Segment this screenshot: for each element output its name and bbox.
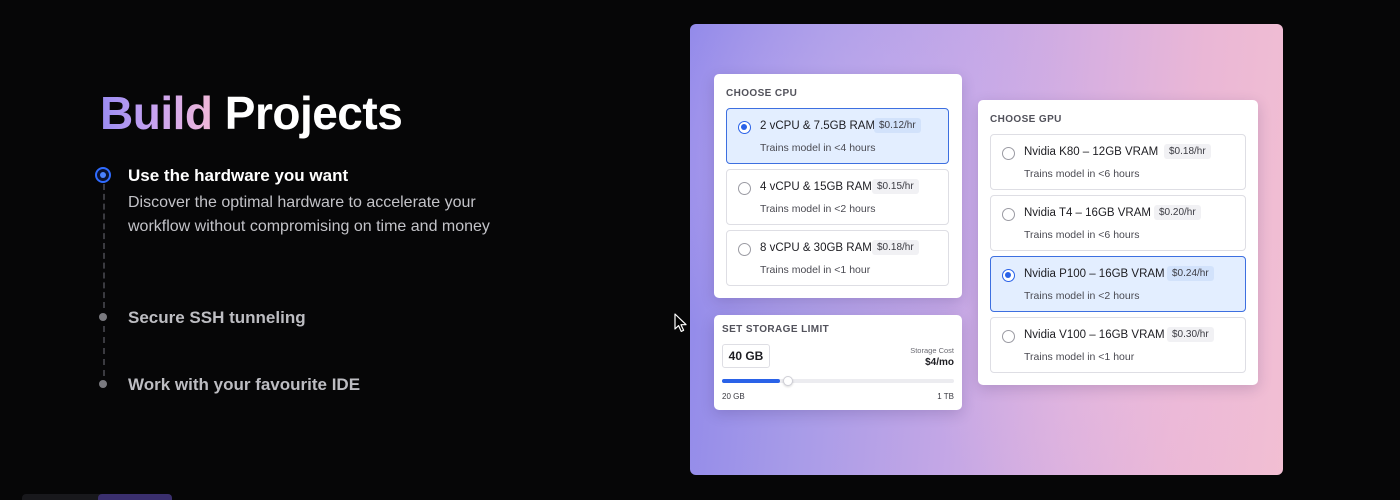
option-subtitle: Trains model in <4 hours [760, 142, 876, 154]
option-subtitle: Trains model in <2 hours [760, 203, 876, 215]
bottom-tab-strip [22, 494, 172, 500]
cpu-card: CHOOSE CPU 2 vCPU & 7.5GB RAM $0.12/hr T… [714, 74, 962, 298]
price-badge: $0.12/hr [874, 118, 921, 133]
step-dot-icon [99, 380, 107, 388]
option-name: Nvidia V100 – 16GB VRAM [1024, 329, 1165, 341]
mouse-pointer-icon [674, 313, 687, 332]
storage-cost-value: $4/mo [925, 357, 954, 368]
step-hardware[interactable]: Use the hardware you want Discover the o… [94, 164, 514, 264]
option-name: 8 vCPU & 30GB RAM [760, 242, 872, 254]
price-badge: $0.24/hr [1167, 266, 1214, 281]
radio-icon[interactable] [1002, 330, 1015, 343]
cpu-option[interactable]: 2 vCPU & 7.5GB RAM $0.12/hr Trains model… [726, 108, 949, 164]
option-name: Nvidia K80 – 12GB VRAM [1024, 146, 1159, 158]
option-name: 2 vCPU & 7.5GB RAM [760, 120, 876, 132]
storage-slider-track[interactable] [722, 376, 954, 386]
gpu-heading: CHOOSE GPU [990, 114, 1062, 125]
storage-card: SET STORAGE LIMIT 40 GB Storage Cost $4/… [714, 315, 962, 410]
active-step-radio-icon [95, 167, 111, 183]
radio-selected-icon[interactable] [1002, 269, 1015, 282]
step-dot-icon [99, 313, 107, 321]
price-badge: $0.18/hr [1164, 144, 1211, 159]
radio-icon[interactable] [738, 243, 751, 256]
step-connector [103, 326, 105, 376]
gpu-option[interactable]: Nvidia P100 – 16GB VRAM $0.24/hr Trains … [990, 256, 1246, 312]
option-subtitle: Trains model in <2 hours [1024, 290, 1140, 302]
gpu-option[interactable]: Nvidia V100 – 16GB VRAM $0.30/hr Trains … [990, 317, 1246, 373]
hardware-config-panel: CHOOSE CPU 2 vCPU & 7.5GB RAM $0.12/hr T… [690, 24, 1283, 475]
option-subtitle: Trains model in <6 hours [1024, 229, 1140, 241]
page-title: Build Projects [100, 86, 403, 140]
cpu-option[interactable]: 8 vCPU & 30GB RAM $0.18/hr Trains model … [726, 230, 949, 286]
option-name: Nvidia T4 – 16GB VRAM [1024, 207, 1151, 219]
option-subtitle: Trains model in <1 hour [1024, 351, 1135, 363]
storage-heading: SET STORAGE LIMIT [722, 324, 830, 335]
cpu-heading: CHOOSE CPU [726, 88, 798, 99]
storage-slider-handle[interactable] [783, 376, 793, 386]
step-title: Use the hardware you want [128, 166, 349, 185]
option-name: 4 vCPU & 15GB RAM [760, 181, 872, 193]
page: Build Projects Use the hardware you want… [0, 0, 1400, 500]
option-subtitle: Trains model in <1 hour [760, 264, 871, 276]
option-subtitle: Trains model in <6 hours [1024, 168, 1140, 180]
cpu-option[interactable]: 4 vCPU & 15GB RAM $0.15/hr Trains model … [726, 169, 949, 225]
title-accent: Build [100, 87, 213, 139]
slider-max-label: 1 TB [937, 392, 954, 401]
step-title: Work with your favourite IDE [128, 375, 361, 394]
storage-cost-label: Storage Cost [910, 346, 954, 355]
storage-value-field[interactable]: 40 GB [722, 344, 770, 368]
price-badge: $0.20/hr [1154, 205, 1201, 220]
price-badge: $0.18/hr [872, 240, 919, 255]
radio-selected-icon[interactable] [738, 121, 751, 134]
gpu-option[interactable]: Nvidia K80 – 12GB VRAM $0.18/hr Trains m… [990, 134, 1246, 190]
radio-icon[interactable] [1002, 147, 1015, 160]
title-rest: Projects [224, 87, 403, 139]
storage-slider-fill [722, 379, 780, 383]
step-title: Secure SSH tunneling [128, 308, 306, 327]
radio-icon[interactable] [738, 182, 751, 195]
gpu-card: CHOOSE GPU Nvidia K80 – 12GB VRAM $0.18/… [978, 100, 1258, 385]
price-badge: $0.15/hr [872, 179, 919, 194]
radio-icon[interactable] [1002, 208, 1015, 221]
option-name: Nvidia P100 – 16GB VRAM [1024, 268, 1165, 280]
gpu-option[interactable]: Nvidia T4 – 16GB VRAM $0.20/hr Trains mo… [990, 195, 1246, 251]
price-badge: $0.30/hr [1167, 327, 1214, 342]
slider-min-label: 20 GB [722, 392, 745, 401]
step-ssh[interactable]: Secure SSH tunneling [94, 306, 514, 330]
step-ide[interactable]: Work with your favourite IDE [94, 373, 514, 397]
step-description: Discover the optimal hardware to acceler… [128, 194, 490, 235]
